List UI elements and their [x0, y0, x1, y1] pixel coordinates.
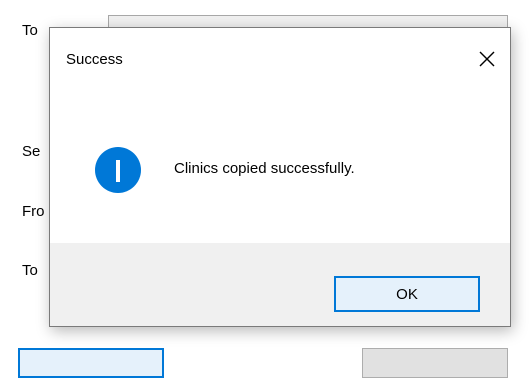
information-icon: [95, 147, 141, 193]
close-icon: [479, 51, 495, 67]
background-primary-button[interactable]: [18, 348, 164, 378]
background-label-from: Fro: [22, 203, 45, 220]
dialog-footer: OK: [50, 243, 510, 326]
dialog-title-bar[interactable]: Success: [50, 28, 510, 92]
ok-button[interactable]: OK: [334, 276, 480, 312]
success-dialog: Success Clinics copied successfully. OK: [49, 27, 511, 327]
background-label-to: To: [22, 22, 38, 39]
background-label-se: Se: [22, 143, 41, 160]
background-secondary-button[interactable]: [362, 348, 508, 378]
dialog-message: Clinics copied successfully.: [174, 160, 355, 177]
close-button[interactable]: [470, 44, 504, 74]
dialog-title: Success: [66, 51, 123, 68]
background-label-to-2: To: [22, 262, 38, 279]
dialog-content: Clinics copied successfully.: [50, 92, 510, 243]
